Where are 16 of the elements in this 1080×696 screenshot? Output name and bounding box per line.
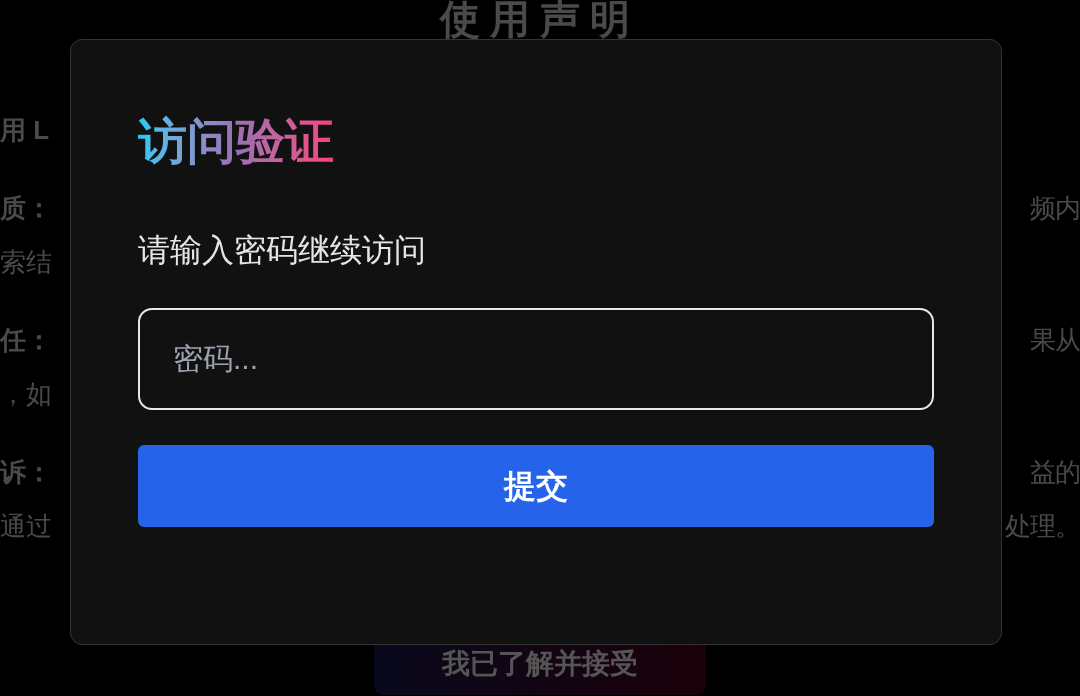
paragraph-text: ，如 (0, 377, 52, 411)
paragraph-text: 频内 (1030, 191, 1080, 225)
paragraph-text: 用 L (0, 113, 50, 147)
paragraph-text: 益的 (1030, 455, 1080, 489)
accept-button[interactable]: 我已了解并接受 (374, 645, 706, 695)
paragraph-text: 诉： (0, 455, 52, 489)
paragraph-text: 处理。 (1005, 509, 1080, 543)
page-title: 使用声明 (440, 0, 640, 38)
paragraph-text: 索结 (0, 245, 52, 279)
paragraph-text: 任： (0, 323, 52, 357)
password-field[interactable]: 密码... (138, 308, 934, 410)
paragraph-text: 果从 (1030, 323, 1080, 357)
paragraph-text: 通过 (0, 509, 52, 543)
paragraph-text: 质： (0, 191, 52, 225)
prompt-text: 请输入密码继续访问 (138, 231, 427, 270)
submit-button[interactable]: 提交 (138, 445, 934, 527)
